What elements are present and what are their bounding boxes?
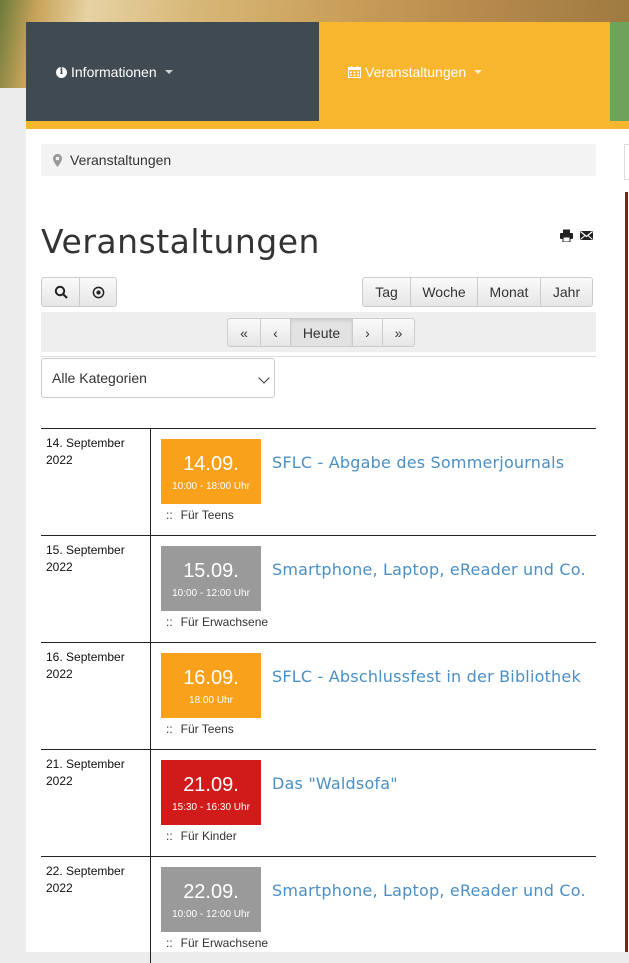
- event-category-label: Für Teens: [180, 722, 234, 736]
- event-category-label: Für Teens: [180, 508, 234, 522]
- nav-stripe-right: [610, 121, 629, 129]
- search-icon: [54, 285, 68, 299]
- event-badge-day: 14.09.: [183, 453, 239, 475]
- dot-circle-icon: [92, 286, 104, 298]
- pager-today-button[interactable]: Heute: [290, 318, 353, 347]
- search-button[interactable]: [41, 277, 80, 307]
- event-date: 14. September 2022: [46, 436, 125, 467]
- calendar-icon: [348, 66, 361, 78]
- category-select-value: Alle Kategorien: [52, 370, 147, 386]
- event-badge-day: 16.09.: [183, 667, 239, 689]
- event-date-badge[interactable]: 14.09. 10:00 - 18:00 Uhr: [161, 439, 261, 504]
- event-title-link[interactable]: Smartphone, Laptop, eReader und Co.: [272, 881, 586, 900]
- event-title-link[interactable]: SFLC - Abschlussfest in der Bibliothek: [272, 667, 581, 686]
- event-badge-time: 18:00 Uhr: [189, 695, 233, 706]
- category-select[interactable]: Alle Kategorien: [41, 358, 275, 398]
- event-date: 16. September 2022: [46, 650, 125, 681]
- event-category: :: Für Teens: [166, 508, 234, 522]
- caret-down-icon: [164, 70, 173, 74]
- event-date: 15. September 2022: [46, 543, 125, 574]
- category-separator-icon: ::: [166, 829, 173, 843]
- pager-next-button[interactable]: ›: [352, 318, 383, 347]
- info-circle-icon: i: [56, 66, 67, 78]
- date-pager: « ‹ Heute › »: [227, 318, 415, 347]
- print-icon[interactable]: [560, 229, 573, 242]
- event-badge-time: 15:30 - 16:30 Uhr: [172, 802, 250, 813]
- event-date-cell: 16. September 2022: [41, 643, 151, 749]
- search-tools: [41, 277, 117, 307]
- page-tools: [560, 229, 593, 242]
- view-day-button[interactable]: Tag: [362, 277, 411, 307]
- event-date-badge[interactable]: 15.09. 10:00 - 12:00 Uhr: [161, 546, 261, 611]
- event-date-badge[interactable]: 21.09. 15:30 - 16:30 Uhr: [161, 760, 261, 825]
- pager-last-button[interactable]: »: [382, 318, 415, 347]
- event-list: 14. September 2022 14.09. 10:00 - 18:00 …: [41, 428, 596, 963]
- nav-item-label: Veranstaltungen: [365, 64, 467, 80]
- pager-prev-button[interactable]: ‹: [260, 318, 291, 347]
- event-row: 14. September 2022 14.09. 10:00 - 18:00 …: [41, 428, 596, 535]
- sidebar-border: [625, 192, 628, 952]
- category-separator-icon: ::: [166, 722, 173, 736]
- email-icon[interactable]: [580, 229, 593, 242]
- locate-button[interactable]: [79, 277, 117, 307]
- category-separator-icon: ::: [166, 508, 173, 522]
- event-badge-day: 22.09.: [183, 881, 239, 903]
- event-date-cell: 21. September 2022: [41, 750, 151, 856]
- event-category-label: Für Erwachsene: [180, 936, 269, 950]
- event-date-cell: 22. September 2022: [41, 857, 151, 963]
- event-category-label: Für Erwachsene: [180, 615, 269, 629]
- breadcrumb-item[interactable]: Veranstaltungen: [70, 152, 171, 168]
- main-navigation: i Informationen Veranstaltungen: [26, 22, 610, 129]
- event-date: 22. September 2022: [46, 864, 125, 895]
- breadcrumb: Veranstaltungen: [41, 144, 596, 176]
- nav-item-informationen[interactable]: i Informationen: [56, 62, 173, 82]
- main-content: i Informationen Veranstaltungen Veransta: [26, 22, 610, 963]
- event-title-link[interactable]: SFLC - Abgabe des Sommerjournals: [272, 453, 564, 472]
- event-badge-day: 21.09.: [183, 774, 239, 796]
- nav-stripe: [26, 121, 610, 129]
- event-row: 21. September 2022 21.09. 15:30 - 16:30 …: [41, 749, 596, 856]
- event-badge-day: 15.09.: [183, 560, 239, 582]
- nav-item-label: Informationen: [71, 64, 157, 80]
- event-row: 22. September 2022 22.09. 10:00 - 12:00 …: [41, 856, 596, 963]
- nav-item-partial[interactable]: [610, 22, 629, 121]
- nav-item-veranstaltungen[interactable]: Veranstaltungen: [348, 62, 483, 82]
- event-category-label: Für Kinder: [180, 829, 237, 843]
- map-marker-icon: [53, 153, 62, 167]
- event-title-link[interactable]: Das "Waldsofa": [272, 774, 398, 793]
- event-badge-time: 10:00 - 12:00 Uhr: [172, 588, 250, 599]
- pager-first-button[interactable]: «: [227, 318, 261, 347]
- chevron-down-icon: [258, 372, 270, 384]
- event-date-cell: 15. September 2022: [41, 536, 151, 642]
- event-row: 16. September 2022 16.09. 18:00 Uhr SFLC…: [41, 642, 596, 749]
- event-badge-time: 10:00 - 18:00 Uhr: [172, 481, 250, 492]
- page-title: Veranstaltungen: [41, 222, 320, 261]
- view-switcher: Tag Woche Monat Jahr: [362, 277, 593, 307]
- event-title-link[interactable]: Smartphone, Laptop, eReader und Co.: [272, 560, 586, 579]
- divider: [41, 356, 596, 357]
- event-category: :: Für Kinder: [166, 829, 237, 843]
- event-row: 15. September 2022 15.09. 10:00 - 12:00 …: [41, 535, 596, 642]
- view-week-button[interactable]: Woche: [410, 277, 478, 307]
- view-month-button[interactable]: Monat: [477, 277, 541, 307]
- event-category: :: Für Erwachsene: [166, 936, 268, 950]
- category-separator-icon: ::: [166, 615, 173, 629]
- event-category: :: Für Erwachsene: [166, 615, 268, 629]
- event-date-badge[interactable]: 22.09. 10:00 - 12:00 Uhr: [161, 867, 261, 932]
- event-date: 21. September 2022: [46, 757, 125, 788]
- category-separator-icon: ::: [166, 936, 173, 950]
- event-badge-time: 10:00 - 12:00 Uhr: [172, 909, 250, 920]
- caret-down-icon: [474, 70, 483, 74]
- sidebar-search-box[interactable]: [624, 144, 629, 180]
- event-date-cell: 14. September 2022: [41, 429, 151, 535]
- event-category: :: Für Teens: [166, 722, 234, 736]
- event-date-badge[interactable]: 16.09. 18:00 Uhr: [161, 653, 261, 718]
- view-year-button[interactable]: Jahr: [540, 277, 593, 307]
